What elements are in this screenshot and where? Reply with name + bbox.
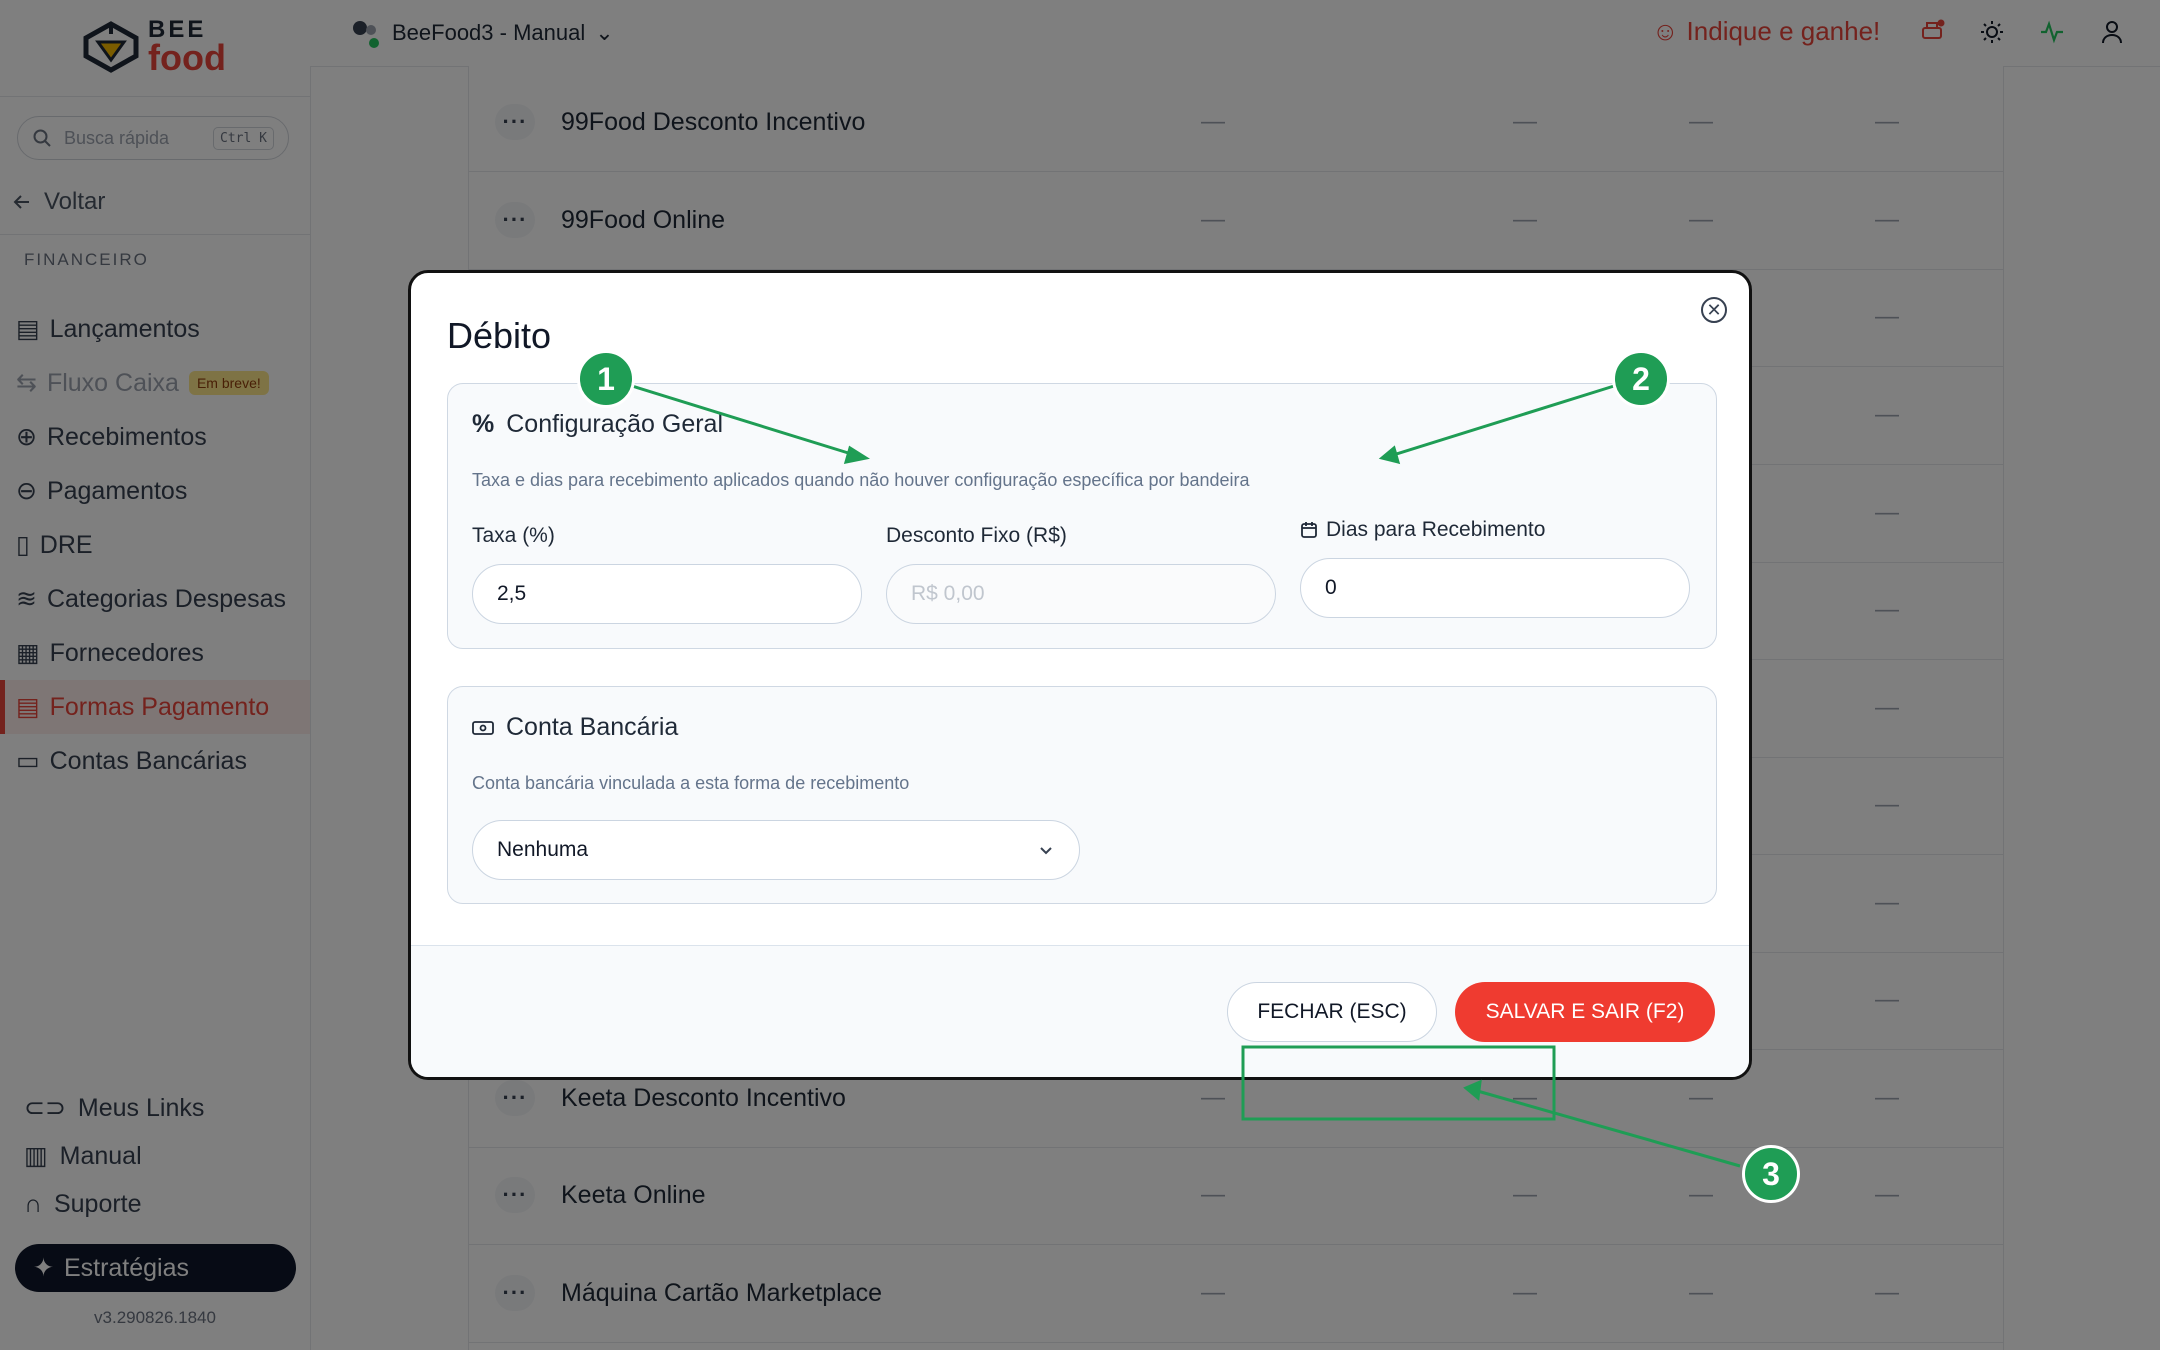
bank-account-value: Nenhuma xyxy=(497,838,589,861)
annotation-badge-3: 3 xyxy=(1742,1145,1800,1203)
banknote-icon xyxy=(472,720,494,735)
bank-account-card: Conta Bancária Conta bancária vinculada … xyxy=(447,686,1717,904)
fixed-discount-input[interactable]: R$ 0,00 xyxy=(886,564,1276,624)
general-config-description: Taxa e dias para recebimento aplicados q… xyxy=(472,470,1250,490)
days-label-text: Dias para Recebimento xyxy=(1326,518,1546,541)
close-button[interactable]: FECHAR (ESC) xyxy=(1227,982,1437,1042)
discount-label-text: Desconto Fixo (R$) xyxy=(886,524,1067,547)
days-input[interactable]: 0 xyxy=(1300,558,1690,618)
save-and-exit-button[interactable]: SALVAR E SAIR (F2) xyxy=(1455,982,1715,1042)
general-config-header: % Configuração Geral xyxy=(472,410,723,439)
modal-footer: FECHAR (ESC) SALVAR E SAIR (F2) xyxy=(411,945,1749,1077)
annotation-badge-1: 1 xyxy=(577,350,635,408)
days-label: Dias para Recebimento xyxy=(1300,518,1545,542)
annotation-badge-2: 2 xyxy=(1612,350,1670,408)
bank-account-description: Conta bancária vinculada a esta forma de… xyxy=(472,773,910,793)
close-icon[interactable]: ✕ xyxy=(1701,297,1727,323)
bank-account-select[interactable]: Nenhuma xyxy=(472,820,1080,880)
bank-account-heading: Conta Bancária xyxy=(506,713,679,741)
bank-account-header: Conta Bancária xyxy=(472,713,678,742)
chevron-down-icon xyxy=(1040,847,1052,855)
modal-title: Débito xyxy=(447,315,552,356)
fee-label-text: Taxa (%) xyxy=(472,524,555,547)
calendar-icon xyxy=(1301,522,1317,538)
fee-input[interactable]: 2,5 xyxy=(472,564,862,624)
fee-label: Taxa (%) xyxy=(472,524,555,548)
percent-icon: % xyxy=(472,410,495,438)
general-config-card: % Configuração Geral Taxa e dias para re… xyxy=(447,383,1717,649)
discount-label: Desconto Fixo (R$) xyxy=(886,524,1067,548)
general-config-heading: Configuração Geral xyxy=(506,410,724,438)
